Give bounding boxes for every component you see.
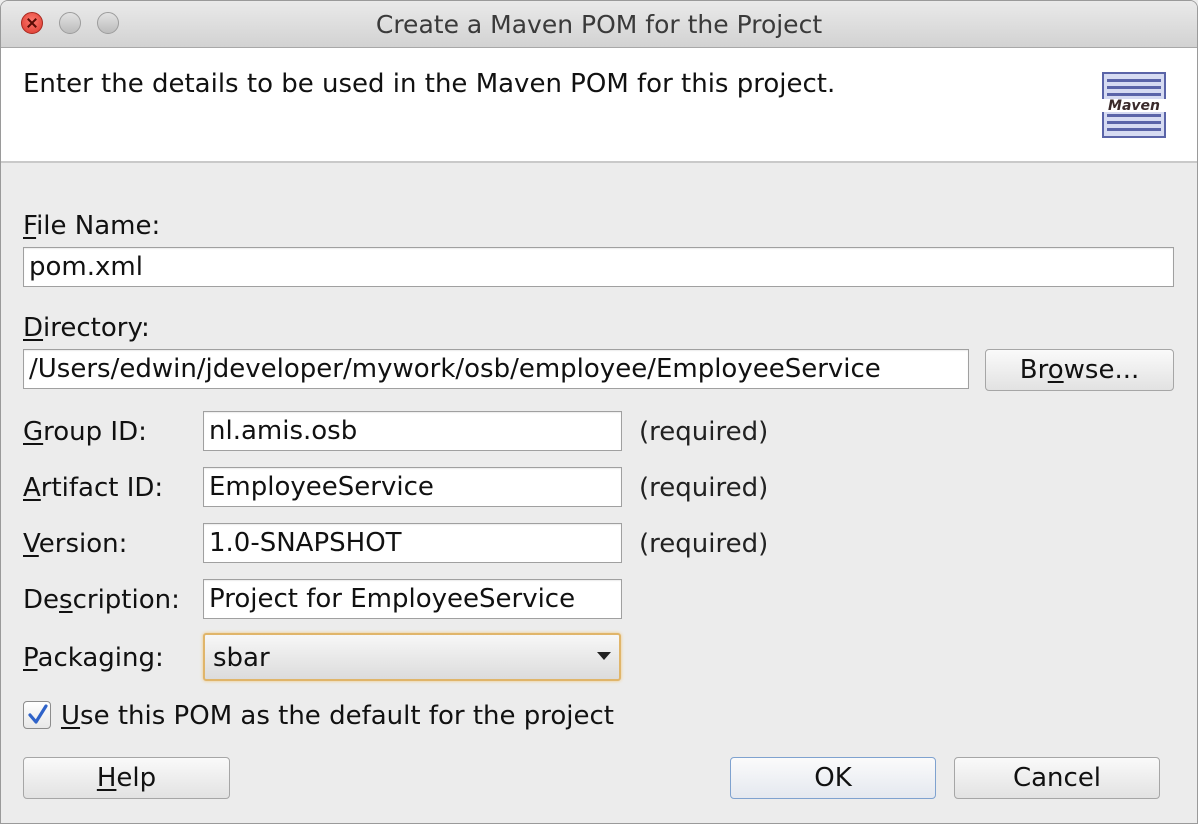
cancel-button[interactable]: Cancel: [954, 757, 1160, 799]
file-name-field[interactable]: pom.xml: [23, 247, 1174, 287]
version-field[interactable]: 1.0-SNAPSHOT: [203, 523, 622, 563]
group-id-required-hint: (required): [639, 417, 769, 447]
packaging-select[interactable]: sbar: [203, 633, 621, 681]
directory-label: Directory:: [23, 313, 150, 343]
artifact-id-required-hint: (required): [639, 473, 769, 503]
dialog-header: Enter the details to be used in the Mave…: [1, 48, 1197, 163]
description-field[interactable]: Project for EmployeeService: [203, 579, 622, 619]
dialog-window: Create a Maven POM for the Project Enter…: [0, 0, 1198, 824]
chevron-down-icon: [597, 652, 611, 660]
window-title: Create a Maven POM for the Project: [375, 10, 823, 39]
checkmark-icon: [28, 704, 48, 724]
group-id-field[interactable]: nl.amis.osb: [203, 411, 622, 451]
artifact-id-label: Artifact ID:: [23, 473, 164, 503]
browse-button[interactable]: Browse...: [985, 349, 1174, 391]
artifact-id-field[interactable]: EmployeeService: [203, 467, 622, 507]
file-name-label: File Name:: [23, 211, 161, 241]
help-button[interactable]: Help: [23, 757, 230, 799]
directory-field[interactable]: /Users/edwin/jdeveloper/mywork/osb/emplo…: [23, 349, 969, 389]
version-label: Version:: [23, 529, 128, 559]
version-required-hint: (required): [639, 529, 769, 559]
group-id-label: Group ID:: [23, 417, 147, 447]
default-pom-checkbox-label[interactable]: Use this POM as the default for the proj…: [61, 701, 614, 731]
svg-text:Maven: Maven: [1108, 98, 1160, 114]
packaging-select-value: sbar: [213, 643, 270, 673]
title-bar: Create a Maven POM for the Project: [1, 1, 1197, 48]
packaging-label: Packaging:: [23, 643, 164, 673]
maven-logo-icon: Maven: [1100, 72, 1168, 138]
header-instructions: Enter the details to be used in the Mave…: [23, 69, 836, 99]
description-label: Description:: [23, 585, 180, 615]
ok-button[interactable]: OK: [730, 757, 936, 799]
default-pom-checkbox[interactable]: [23, 701, 51, 729]
